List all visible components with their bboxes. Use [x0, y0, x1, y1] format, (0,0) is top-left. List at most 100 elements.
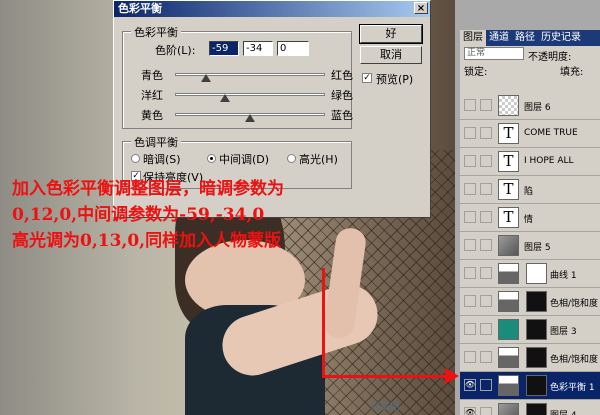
layer-name: 曲线 1 — [550, 271, 577, 281]
tab-layers[interactable]: 图层 — [460, 30, 486, 46]
eye-icon[interactable] — [464, 267, 476, 279]
cancel-button[interactable]: 取消 — [360, 46, 422, 64]
layer-row[interactable]: T陷 — [460, 176, 600, 204]
watermark: 寂寞斯 — [370, 402, 400, 413]
layer-mask-thumbnail[interactable] — [526, 375, 547, 396]
eye-icon[interactable] — [464, 239, 476, 251]
magenta-green-slider[interactable] — [175, 93, 325, 96]
tab-history[interactable]: 历史记录 — [538, 30, 584, 46]
fill-label: 填充: — [560, 67, 584, 78]
layer-thumbnail — [498, 403, 519, 415]
magenta-green-slider-thumb[interactable] — [219, 94, 230, 102]
preview-checkbox[interactable]: ✓ — [362, 73, 372, 83]
eye-icon[interactable] — [464, 99, 476, 111]
radio-shadows[interactable] — [131, 154, 140, 163]
layer-link-box[interactable] — [480, 99, 492, 111]
layer-row[interactable]: 👁 色彩平衡 1 — [460, 372, 600, 400]
slider-magenta-label: 洋红 — [141, 89, 163, 102]
levels-yellow-blue-input[interactable]: 0 — [277, 41, 309, 56]
slider-cyan-label: 青色 — [141, 69, 163, 82]
layer-link-box[interactable] — [480, 407, 492, 415]
layer-row[interactable]: T I HOPE ALL — [460, 148, 600, 176]
preview-label[interactable]: 预览(P) — [376, 71, 413, 87]
layer-row[interactable]: 色相/饱和度 — [460, 288, 600, 316]
layers-panel: 图层 通道 路径 历史记录 正常 不透明度: 锁定: 填充: 图层 6 T COME… — [460, 30, 600, 415]
close-icon[interactable]: × — [414, 2, 428, 14]
layer-name: 陷 — [524, 187, 534, 197]
levels-cyan-red-input[interactable]: -59 — [209, 41, 239, 56]
layer-mask-thumbnail[interactable] — [526, 291, 547, 312]
layer-mask-thumbnail[interactable] — [526, 263, 547, 284]
layer-link-box[interactable] — [480, 323, 492, 335]
layer-link-box[interactable] — [480, 295, 492, 307]
radio-midtones[interactable] — [207, 154, 216, 163]
layer-name: 情 — [524, 215, 534, 225]
arrow-shaft-horizontal — [322, 375, 447, 378]
annotation-line-3: 高光调为0,13,0,同样加入人物蒙版 — [12, 231, 282, 251]
layer-row[interactable]: 色相/饱和度 — [460, 344, 600, 372]
layer-row[interactable]: 图层 5 — [460, 232, 600, 260]
layer-list: 图层 6 T COME TRUE T I HOPE ALL T 陷 T 情图层 5 曲线 1 色相/… — [460, 92, 600, 415]
eye-icon[interactable] — [464, 127, 476, 139]
eye-icon[interactable] — [464, 211, 476, 223]
layer-name: 色相/饱和度 — [550, 355, 599, 365]
layer-row[interactable]: 👁 图层 4 — [460, 400, 600, 415]
layer-thumbnail — [498, 375, 519, 396]
type-layer-icon: T — [498, 207, 519, 228]
eye-icon[interactable] — [464, 183, 476, 195]
layer-link-box[interactable] — [480, 155, 492, 167]
layer-name: 图层 4 — [550, 408, 577, 415]
layer-mask-thumbnail[interactable] — [526, 347, 547, 368]
screen: 寂寞斯 色彩平衡 × 色彩平衡 色阶(L): -59 -34 0 青色 红色 洋… — [0, 0, 600, 415]
tab-channels[interactable]: 通道 — [486, 30, 512, 46]
eye-icon[interactable] — [464, 323, 476, 335]
layer-row[interactable]: 图层 3 — [460, 316, 600, 344]
type-layer-icon: T — [498, 123, 519, 144]
eye-icon[interactable] — [464, 351, 476, 363]
eye-icon[interactable] — [464, 295, 476, 307]
tab-paths[interactable]: 路径 — [512, 30, 538, 46]
ok-button[interactable]: 好 — [359, 24, 423, 44]
layer-row[interactable]: T COME TRUE — [460, 120, 600, 148]
layer-name: 图层 3 — [550, 327, 577, 337]
cyan-red-slider[interactable] — [175, 73, 325, 76]
layer-thumbnail — [498, 291, 519, 312]
levels-magenta-green-input[interactable]: -34 — [243, 41, 273, 56]
annotation-line-2: 0,12,0,中间调参数为-59,-34,0 — [12, 205, 265, 225]
annotation-text: 加入色彩平衡调整图层，暗调参数为 0,12,0,中间调参数为-59,-34,0 … — [12, 176, 284, 254]
radio-highlights[interactable] — [287, 154, 296, 163]
type-layer-icon: T — [498, 151, 519, 172]
levels-label: 色阶(L): — [155, 44, 196, 57]
layer-thumbnail — [498, 95, 519, 116]
tone-midtones-label[interactable]: 中间调(D) — [219, 151, 269, 167]
layer-name: I HOPE ALL — [524, 156, 574, 166]
layer-mask-thumbnail[interactable] — [526, 403, 547, 415]
layer-link-box[interactable] — [480, 211, 492, 223]
tone-highlights-label[interactable]: 高光(H) — [299, 151, 338, 167]
layer-link-box[interactable] — [480, 379, 492, 391]
eye-icon[interactable]: 👁 — [464, 407, 476, 415]
eye-icon[interactable] — [464, 155, 476, 167]
layer-link-box[interactable] — [480, 183, 492, 195]
tone-shadows-label[interactable]: 暗调(S) — [143, 151, 181, 167]
layer-mask-thumbnail[interactable] — [526, 319, 547, 340]
cyan-red-slider-thumb[interactable] — [200, 74, 211, 82]
layer-name: COME TRUE — [524, 128, 578, 138]
yellow-blue-slider-thumb[interactable] — [245, 114, 255, 122]
eye-icon[interactable]: 👁 — [464, 379, 476, 391]
blend-mode-select[interactable]: 正常 — [464, 47, 524, 60]
dialog-titlebar[interactable]: 色彩平衡 × — [114, 1, 430, 17]
layer-link-box[interactable] — [480, 239, 492, 251]
layer-link-box[interactable] — [480, 351, 492, 363]
layer-thumbnail — [498, 235, 519, 256]
arrow-head-icon — [445, 368, 459, 384]
layer-row[interactable]: 曲线 1 — [460, 260, 600, 288]
layer-name: 图层 6 — [524, 103, 551, 113]
layer-row[interactable]: T情 — [460, 204, 600, 232]
lock-row: 锁定: 填充: — [460, 61, 600, 78]
layer-link-box[interactable] — [480, 127, 492, 139]
balance-group-title: 色彩平衡 — [131, 24, 181, 40]
layer-link-box[interactable] — [480, 267, 492, 279]
layer-thumbnail — [498, 263, 519, 284]
layer-row[interactable]: 图层 6 — [460, 92, 600, 120]
